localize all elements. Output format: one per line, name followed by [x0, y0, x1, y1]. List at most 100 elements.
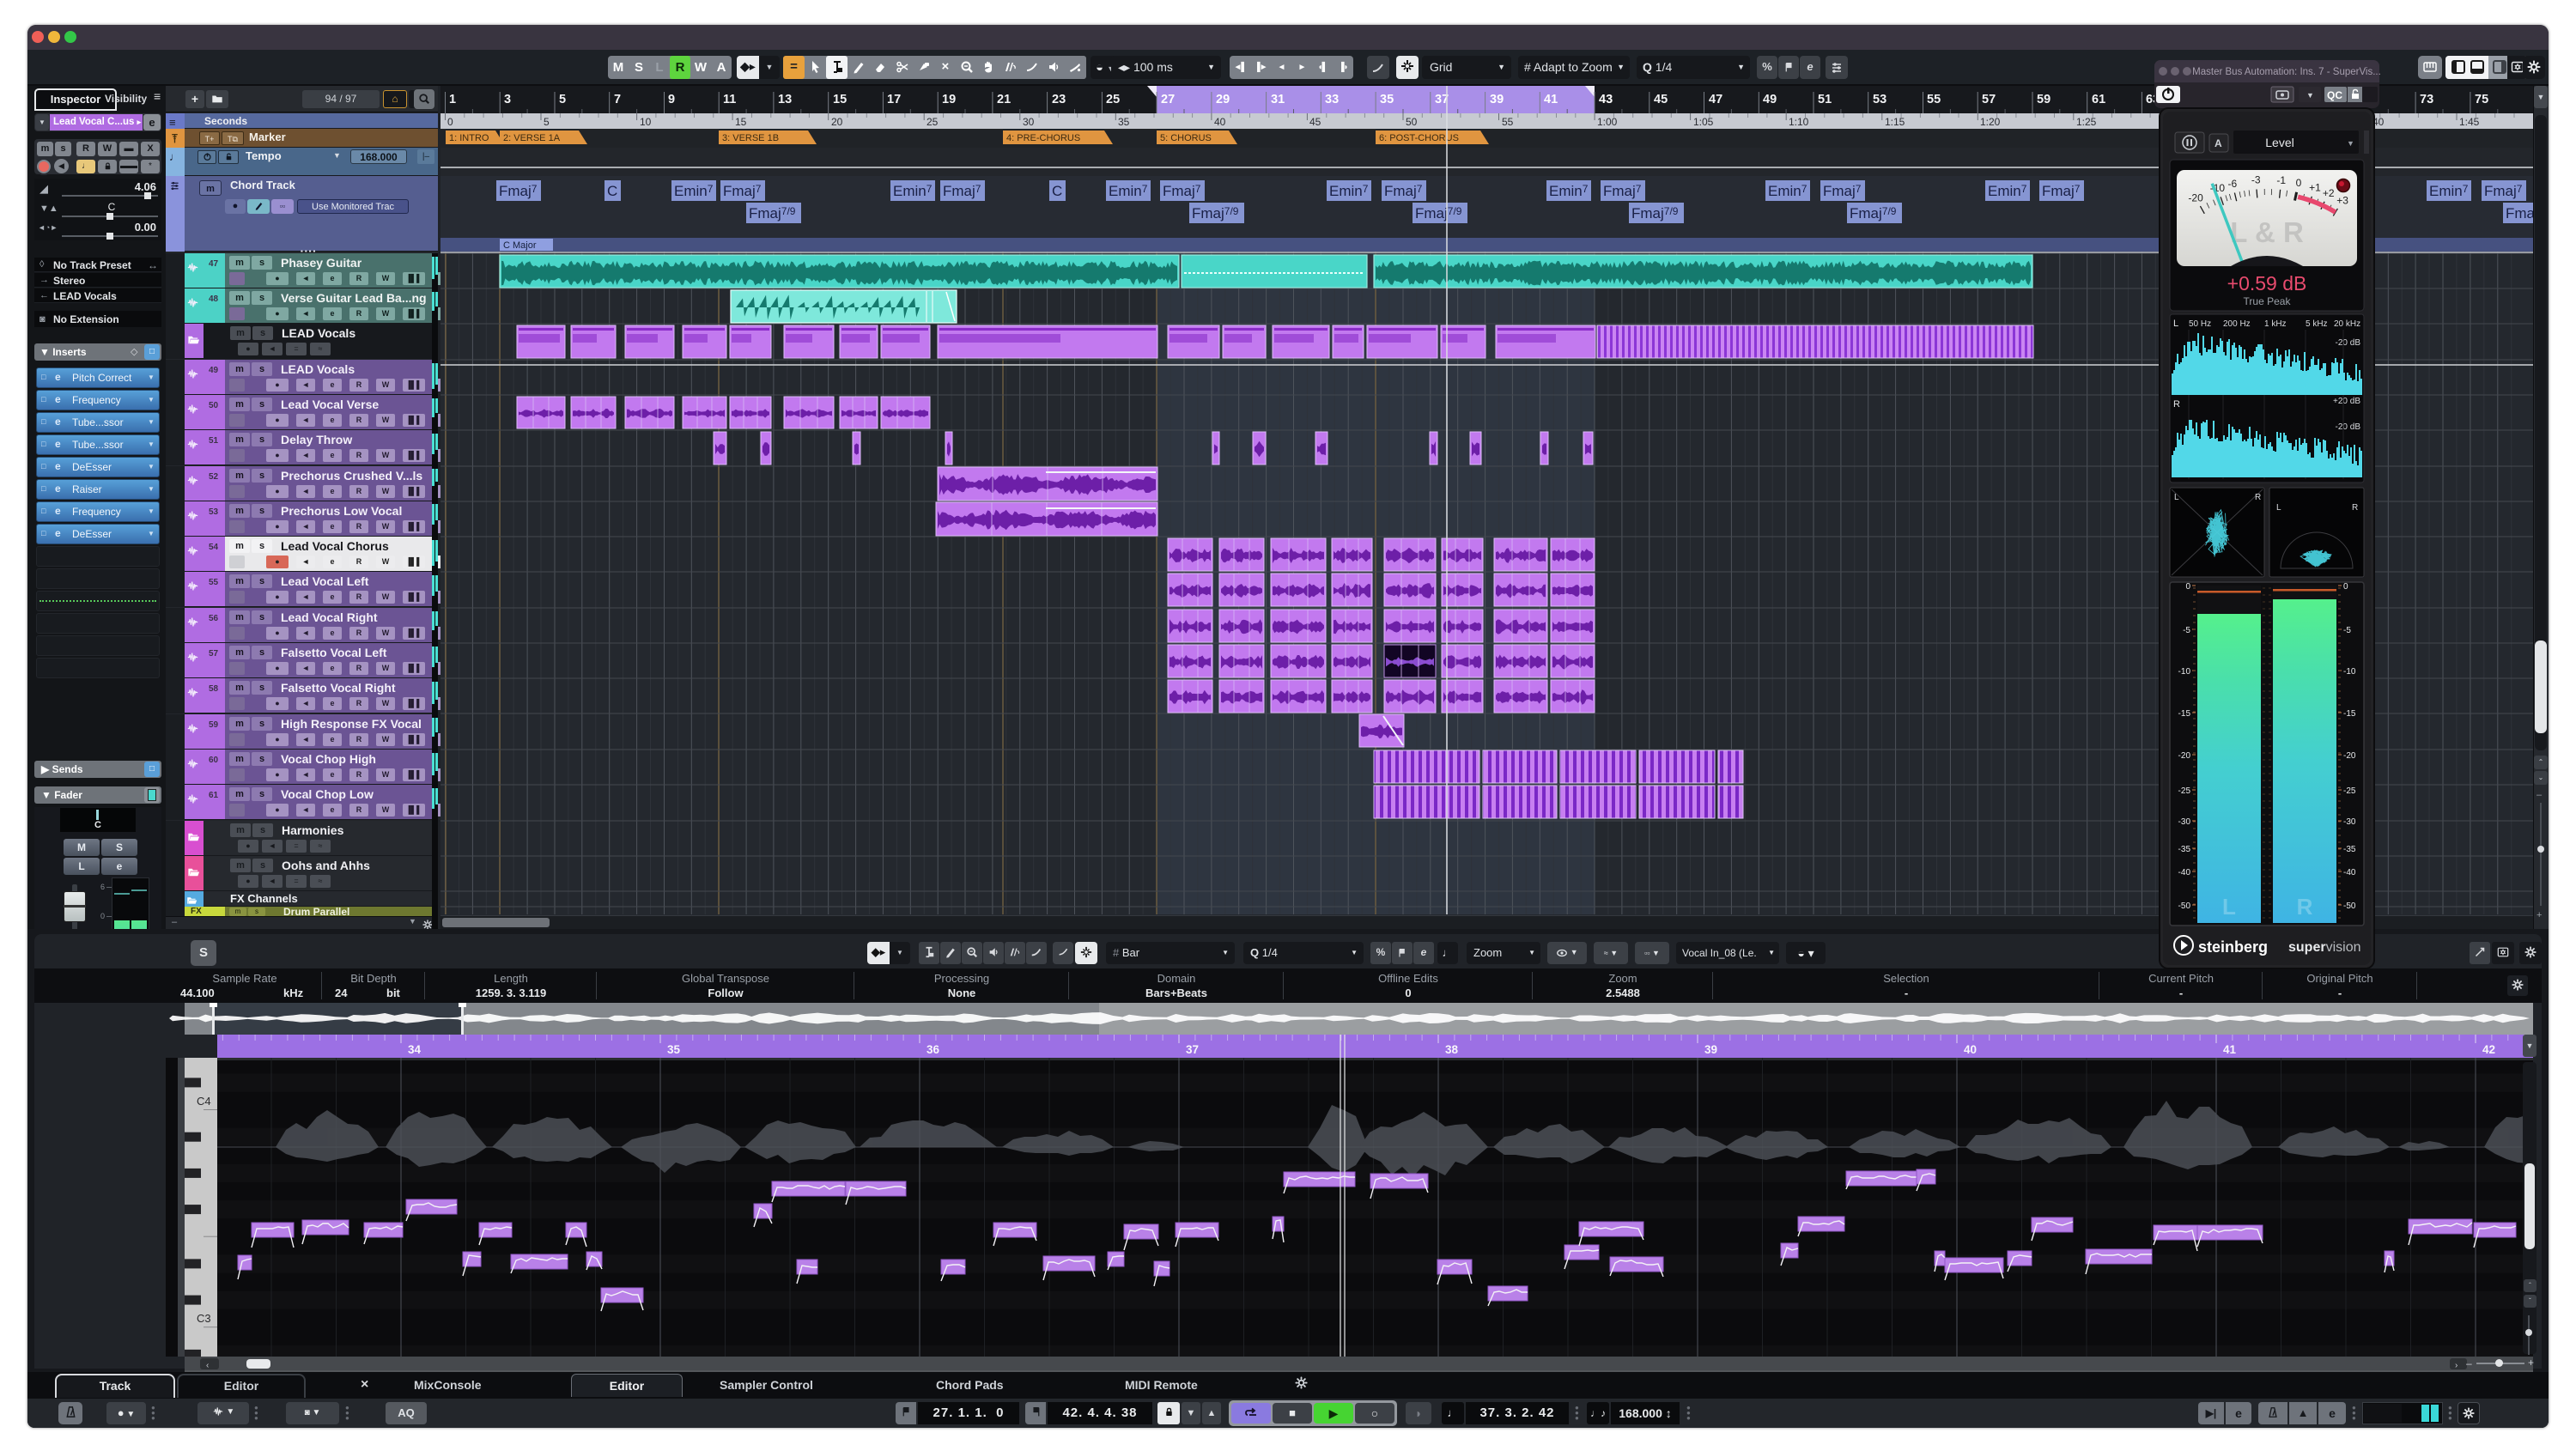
svg-text:-5: -5 [2343, 626, 2351, 635]
svg-text:4: PRE-CHORUS: 4: PRE-CHORUS [1006, 133, 1080, 143]
svg-text:Fmaj7/9: Fmaj7/9 [2506, 205, 2533, 222]
svg-text:Master Bus Automation: Ins. 7: Master Bus Automation: Ins. 7 - SuperVis… [2192, 67, 2381, 77]
svg-text:R: R [2352, 503, 2358, 513]
svg-text:5: 5 [544, 116, 550, 128]
svg-text:57: 57 [1982, 93, 1996, 106]
svg-text:31: 31 [1271, 93, 1285, 106]
svg-text:A: A [2215, 137, 2222, 149]
svg-text:55: 55 [1927, 93, 1941, 106]
svg-text:▼: ▼ [2347, 139, 2354, 148]
svg-text:40: 40 [1214, 116, 1226, 128]
svg-text:3: VERSE 1B: 3: VERSE 1B [722, 133, 779, 143]
svg-text:-30: -30 [2178, 817, 2191, 827]
svg-text:23: 23 [1052, 93, 1066, 106]
svg-text:True Peak: True Peak [2244, 295, 2292, 307]
svg-text:-35: -35 [2178, 845, 2191, 854]
svg-text:-40: -40 [2178, 868, 2191, 877]
svg-text:17: 17 [887, 93, 901, 106]
svg-text:0: 0 [2185, 582, 2190, 592]
svg-text:1:10: 1:10 [1789, 116, 1809, 128]
svg-text:1 kHz: 1 kHz [2264, 319, 2287, 329]
svg-text:1:45: 1:45 [2459, 116, 2480, 128]
svg-text:19: 19 [942, 93, 956, 106]
svg-text:Level: Level [2265, 136, 2293, 149]
svg-text:R: R [2173, 399, 2180, 410]
svg-text:43: 43 [1599, 93, 1613, 106]
svg-text:-10: -10 [2343, 667, 2356, 677]
svg-text:20 kHz: 20 kHz [2334, 319, 2360, 329]
svg-text:51: 51 [1818, 93, 1832, 106]
svg-text:-1: -1 [2276, 174, 2286, 186]
svg-text:L: L [2174, 493, 2179, 502]
svg-text:11: 11 [723, 93, 736, 106]
svg-text:C: C [1052, 183, 1062, 199]
svg-text:30: 30 [1023, 116, 1035, 128]
svg-text:▼: ▼ [2306, 91, 2314, 100]
svg-text:L: L [2276, 503, 2281, 513]
svg-text:›: › [2455, 1361, 2458, 1370]
svg-text:-5: -5 [2183, 626, 2190, 635]
svg-text:73: 73 [2420, 93, 2433, 106]
svg-text:‹: ‹ [206, 1361, 209, 1370]
svg-text:25: 25 [1106, 93, 1120, 106]
svg-text:-40: -40 [2343, 868, 2356, 877]
svg-text:+2: +2 [2323, 187, 2335, 199]
svg-text:21: 21 [997, 93, 1011, 106]
svg-text:35: 35 [667, 1043, 681, 1056]
svg-text:-15: -15 [2178, 709, 2191, 719]
svg-text:L: L [2173, 319, 2178, 329]
svg-text:0: 0 [2296, 177, 2302, 189]
svg-text:-25: -25 [2343, 786, 2356, 796]
svg-text:R: R [2297, 894, 2313, 920]
svg-text:1:15: 1:15 [1885, 116, 1905, 128]
svg-text:1: INTRO: 1: INTRO [449, 133, 489, 143]
svg-text:-6: -6 [2227, 178, 2237, 190]
svg-text:45: 45 [1309, 116, 1321, 128]
svg-text:2: VERSE 1A: 2: VERSE 1A [503, 133, 561, 143]
svg-text:0: 0 [447, 116, 453, 128]
svg-text:42: 42 [2482, 1043, 2495, 1056]
svg-text:9: 9 [668, 93, 675, 106]
svg-text:steinberg: steinberg [2198, 938, 2268, 956]
svg-text:+20 dB: +20 dB [2333, 397, 2360, 406]
svg-text:5: 5 [559, 93, 566, 106]
svg-text:-30: -30 [2343, 817, 2356, 827]
svg-text:1:00: 1:00 [1597, 116, 1618, 128]
svg-text:1:05: 1:05 [1693, 116, 1714, 128]
svg-text:C4: C4 [197, 1095, 211, 1108]
svg-text:41: 41 [2223, 1043, 2237, 1056]
svg-text:5 kHz: 5 kHz [2306, 319, 2328, 329]
svg-text:+1: +1 [2309, 181, 2321, 193]
svg-text:45: 45 [1654, 93, 1668, 106]
svg-text:15: 15 [833, 93, 847, 106]
svg-text:1:20: 1:20 [1980, 116, 2001, 128]
svg-text:-35: -35 [2343, 845, 2356, 854]
svg-text:-10: -10 [2178, 667, 2191, 677]
svg-text:QC: QC [2327, 89, 2342, 101]
svg-text:15: 15 [735, 116, 747, 128]
svg-text:13: 13 [778, 93, 792, 106]
svg-text:1:25: 1:25 [2076, 116, 2097, 128]
svg-text:35: 35 [1118, 116, 1130, 128]
svg-text:55: 55 [1502, 116, 1514, 128]
svg-text:C3: C3 [197, 1312, 211, 1325]
svg-text:27: 27 [1161, 93, 1175, 106]
svg-text:C: C [607, 183, 617, 199]
svg-text:29: 29 [1216, 93, 1230, 106]
svg-text:200 Hz: 200 Hz [2223, 319, 2251, 329]
svg-text:-50: -50 [2178, 902, 2191, 911]
svg-text:40: 40 [1964, 1043, 1977, 1056]
svg-text:-20: -20 [2178, 751, 2191, 761]
svg-text:-20 dB: -20 dB [2336, 338, 2361, 348]
svg-text:38: 38 [1445, 1043, 1459, 1056]
svg-text:+0.59 dB: +0.59 dB [2227, 272, 2307, 294]
svg-text:L & R: L & R [2230, 216, 2304, 248]
svg-text:-50: -50 [2343, 902, 2356, 911]
svg-text:75: 75 [2475, 93, 2488, 106]
svg-text:7: 7 [614, 93, 621, 106]
svg-text:20: 20 [831, 116, 843, 128]
svg-text:36: 36 [927, 1043, 940, 1056]
svg-text:-20: -20 [2343, 751, 2356, 761]
svg-text:+3: +3 [2336, 194, 2348, 206]
svg-text:39: 39 [1704, 1043, 1717, 1056]
